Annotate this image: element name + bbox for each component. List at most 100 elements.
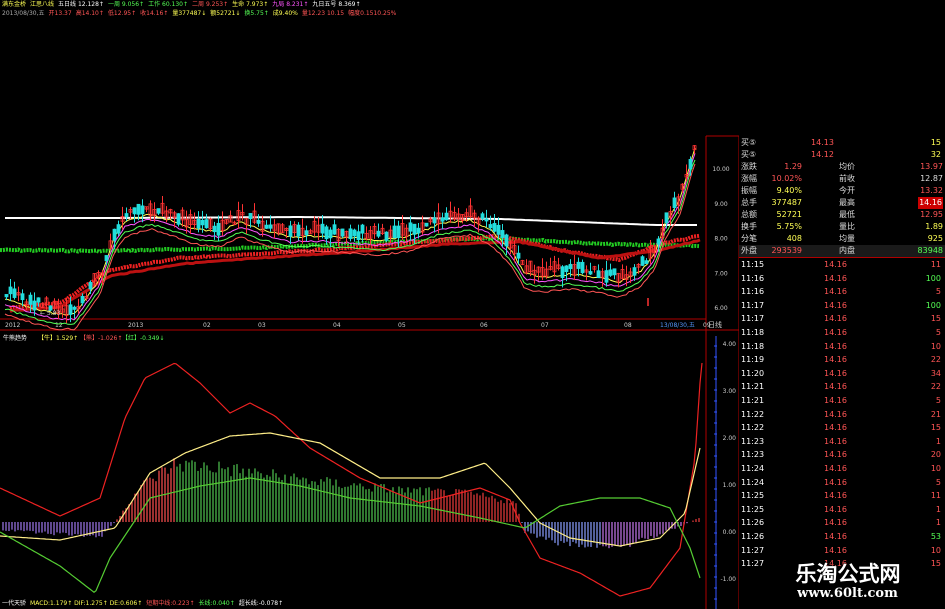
tick-price: 14.16 — [824, 423, 847, 433]
stat-value-2: 12.95 — [920, 210, 943, 219]
header-info-line-1: 满东金桥 江思八线 五日线 12.128↑ 一周 9.056↑ 工作 60.130↑ 二周… — [2, 0, 365, 9]
stat-value-2: 1.89 — [925, 222, 943, 231]
tick-price: 14.16 — [824, 287, 847, 297]
tick-time: 11:21 — [741, 382, 765, 392]
bid-row: 买⑤ 14.13 15 — [739, 137, 945, 149]
current-date-label: 13/08/30,五 — [660, 322, 695, 329]
tick-row: 11:17 14.16 15 — [739, 313, 945, 325]
tick-price: 14.16 — [824, 464, 847, 473]
candle-body — [112, 228, 117, 241]
tick-row: 11:24 14.16 10 — [739, 463, 945, 475]
tick-time: 11:26 — [741, 518, 765, 528]
stat-label-2: 量比 — [839, 222, 855, 231]
candle-body — [80, 295, 85, 304]
moving-average-line-2 — [4, 159, 696, 325]
header-ohlc-field-3: 低12.95↑ — [107, 10, 137, 17]
tick-row: 11:21 14.16 22 — [739, 381, 945, 393]
candle-body — [176, 213, 181, 225]
tick-volume: 15 — [930, 423, 941, 433]
tick-time: 11:17 — [741, 314, 765, 324]
candle-body — [88, 282, 93, 290]
indicator-scale-label: 1.00 — [723, 482, 737, 489]
candle-body — [664, 212, 669, 224]
indicator-title: 牛熊趋势 — [3, 334, 27, 342]
tick-volume: 100 — [925, 273, 941, 283]
kline-chart[interactable]: 10.00 9.00 8.00 7.00 6.00 2012 12 2013 02 03 04 05 0… — [0, 18, 739, 609]
candle-body — [672, 197, 677, 208]
candle-body — [136, 203, 141, 215]
header-field-1: 江思八线 — [30, 1, 55, 8]
tick-row: 11:19 14.16 22 — [739, 354, 945, 366]
tick-row: 11:15 14.16 11 — [739, 259, 945, 271]
candle-body — [332, 224, 337, 235]
candle-body — [256, 219, 261, 224]
tick-price: 14.16 — [824, 477, 847, 487]
tick-row: 11:16 14.16 100 — [739, 273, 945, 285]
candle-body — [248, 213, 253, 220]
tick-row: 11:26 14.16 1 — [739, 517, 945, 529]
candle-body — [560, 266, 565, 279]
candle-body — [596, 270, 601, 279]
tick-time: 11:15 — [741, 260, 765, 269]
price-axis-label: 9.00 — [714, 201, 728, 208]
candle-body — [612, 268, 617, 276]
bottom-indicator-legend: 一代天骄 MACD:1.179↑ DIF:1.275↑ DE:0.606↑ 短期中线… — [2, 599, 287, 608]
tick-volume: 22 — [930, 355, 941, 365]
candle-body — [588, 271, 593, 275]
tick-time: 11:27 — [741, 559, 765, 569]
candle-body — [200, 220, 205, 226]
tick-row: 11:22 14.16 21 — [739, 409, 945, 421]
outer-value: 293539 — [771, 246, 802, 255]
tick-row: 11:23 14.16 20 — [739, 449, 945, 461]
date-axis-label: 03 — [258, 322, 266, 329]
candle-body — [68, 304, 73, 315]
watermark-url: www.60lt.com — [797, 586, 898, 601]
candle-body — [204, 219, 209, 229]
outer-inner-row: 外盘 293539 内盘 83948 — [739, 245, 945, 257]
candle-body — [424, 222, 429, 227]
bear-line — [0, 362, 703, 597]
header-ohlc-field-8: 成9.40% — [272, 10, 298, 17]
tick-row: 11:20 14.16 34 — [739, 368, 945, 380]
stat-value: 52721 — [776, 210, 802, 219]
bottom-legend-item-2: 短期中线:0.223↑ — [146, 600, 195, 607]
header-field-5: 二周 9.253↑ — [192, 1, 229, 8]
tick-volume: 15 — [930, 559, 941, 569]
bid-price: 14.13 — [811, 138, 834, 147]
header-field-2: 五日线 12.128↑ — [58, 1, 104, 8]
tick-price: 14.16 — [824, 273, 847, 283]
candle-body — [8, 286, 13, 295]
tick-row: 11:27 14.16 10 — [739, 545, 945, 557]
candle-body — [324, 226, 329, 240]
candle-body — [28, 294, 33, 305]
tick-row: 11:25 14.16 11 — [739, 490, 945, 502]
date-axis-label: 12 — [55, 322, 63, 329]
tick-time: 11:27 — [741, 545, 765, 555]
tick-time: 11:16 — [741, 287, 765, 297]
candle-body — [444, 212, 449, 221]
tick-volume: 53 — [930, 532, 941, 541]
stat-label-2: 最高 — [839, 198, 855, 207]
quote-panel: 买⑤ 14.13 15 买⑤ 14.12 32 涨跌 1.29 均价 13.97 涨幅 10.02% 前… — [739, 137, 945, 609]
tick-volume: 5 — [935, 477, 941, 487]
stat-label: 分笔 — [741, 234, 757, 243]
header-field-4: 工作 60.130↑ — [148, 1, 189, 8]
stat-value: 1.29 — [784, 162, 802, 171]
candle-body — [416, 227, 421, 234]
tick-price: 14.16 — [824, 260, 847, 269]
candle-body — [352, 229, 357, 237]
indicator-scale-label: 3.00 — [723, 388, 737, 395]
low-price-label: ← 5.83 — [40, 310, 60, 317]
tick-price: 14.16 — [824, 355, 847, 365]
candle-body — [20, 293, 25, 301]
bid-label: 买⑤ — [741, 150, 757, 159]
candle-body — [580, 261, 585, 274]
tick-time: 11:24 — [741, 477, 765, 487]
candles-group — [4, 145, 697, 324]
bid-label: 买⑤ — [741, 138, 757, 147]
tick-volume: 22 — [930, 382, 941, 392]
candle-body — [480, 213, 485, 219]
outer-label: 外盘 — [741, 246, 757, 255]
date-axis-label: 2013 — [128, 322, 143, 329]
long-term-ma-line — [5, 216, 697, 226]
